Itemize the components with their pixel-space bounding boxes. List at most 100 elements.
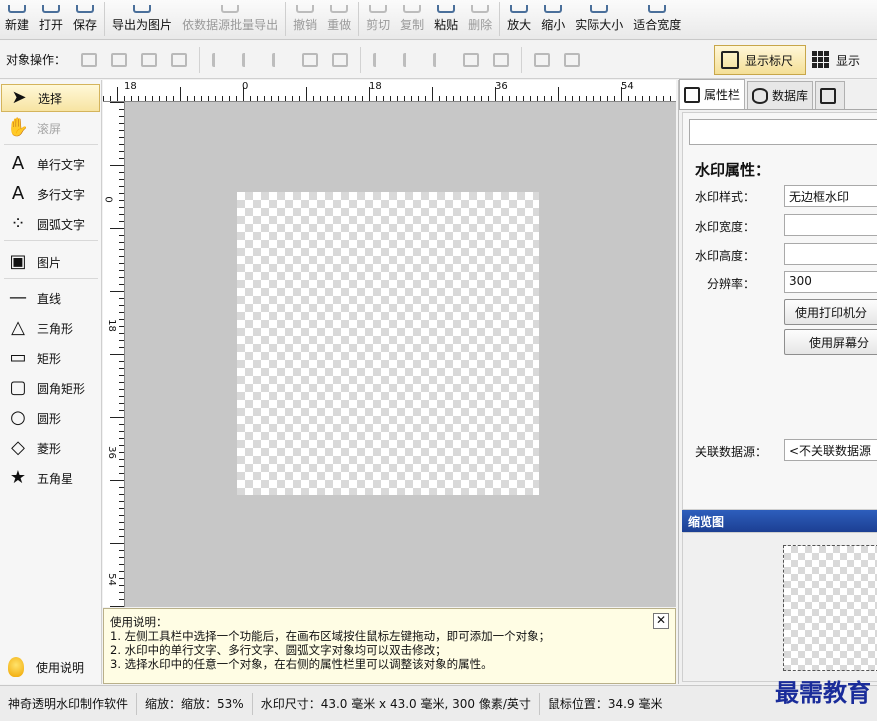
paste-button[interactable]: 粘贴	[429, 0, 463, 39]
undo-button[interactable]: 撤销	[288, 0, 322, 39]
tool-star[interactable]: ★ 五角星	[1, 464, 100, 492]
ruler-tick	[551, 96, 552, 101]
ruler-tick	[544, 96, 545, 101]
tab-other[interactable]	[815, 81, 846, 109]
same-width-icon[interactable]	[329, 50, 351, 70]
cut-button[interactable]: 剪切	[361, 0, 395, 39]
layer-bottom-icon[interactable]	[168, 50, 190, 70]
ungroup-icon[interactable]	[561, 50, 583, 70]
toolbar-button-label: 放大	[507, 18, 532, 32]
tool-diamond[interactable]: ◇ 菱形	[1, 434, 100, 462]
tab-label: 数据库	[772, 89, 809, 103]
ruler-tick	[194, 96, 195, 101]
ruler-tick	[119, 389, 124, 390]
align-middle-icon[interactable]	[400, 50, 422, 70]
copy-icon	[403, 5, 422, 13]
tab-database[interactable]: 数据库	[747, 81, 814, 109]
dpi-field[interactable]: 300	[784, 271, 877, 293]
fit-width-icon	[648, 5, 667, 13]
align-center-icon[interactable]	[239, 50, 261, 70]
rectangle-icon: ▭	[9, 347, 27, 368]
toolbar-button-label: 导出为图片	[112, 18, 173, 32]
group-icon[interactable]	[531, 50, 553, 70]
object-selector[interactable]	[689, 119, 877, 145]
ruler-tick	[131, 96, 132, 101]
ruler-tick	[103, 96, 104, 101]
tool-circle[interactable]: ○ 圆形	[1, 404, 100, 432]
tool-arc-text[interactable]: ⁘ 圆弧文字	[1, 210, 100, 238]
width-field[interactable]	[784, 214, 877, 236]
ruler-tick	[119, 130, 124, 131]
layer-top-icon[interactable]	[108, 50, 130, 70]
ruler-tick	[264, 96, 265, 101]
tool-image[interactable]: ▣ 图片	[1, 248, 100, 276]
same-height-icon[interactable]	[490, 50, 512, 70]
new-button[interactable]: 新建	[0, 0, 34, 39]
copy-button[interactable]: 复制	[395, 0, 429, 39]
align-bottom-icon[interactable]	[430, 50, 452, 70]
vertical-ruler: 0 18 36 54	[103, 102, 125, 607]
ruler-label: 0	[103, 196, 114, 203]
ruler-tick	[362, 96, 363, 101]
preview-pane	[682, 532, 877, 682]
tab-properties[interactable]: 属性栏	[679, 79, 746, 109]
ruler-tick	[488, 96, 489, 101]
zoom-out-button[interactable]: 缩小	[536, 0, 570, 39]
tool-label: 图片	[37, 255, 62, 270]
use-screen-dpi-button[interactable]: 使用屏幕分	[784, 329, 877, 355]
watermark-canvas[interactable]	[237, 192, 539, 495]
preview-header: 缩览图	[682, 510, 877, 532]
zoom-in-button[interactable]: 放大	[502, 0, 536, 39]
tool-rectangle[interactable]: ▭ 矩形	[1, 344, 100, 372]
height-field[interactable]	[784, 243, 877, 265]
ruler-tick	[110, 165, 124, 166]
align-right-icon[interactable]	[269, 50, 291, 70]
ruler-tick	[119, 550, 124, 551]
save-button[interactable]: 保存	[68, 0, 102, 39]
close-icon[interactable]: ✕	[653, 613, 669, 629]
batch-export-button[interactable]: 依数据源批量导出	[177, 0, 283, 39]
tool-multi-line-text[interactable]: A 多行文字	[1, 180, 100, 208]
triangle-icon: △	[11, 317, 25, 338]
export-button[interactable]: 导出为图片	[107, 0, 177, 39]
actual-size-button[interactable]: 实际大小	[570, 0, 628, 39]
corner-watermark: 最需教育	[775, 678, 871, 707]
canvas-area[interactable]	[125, 102, 676, 607]
style-select[interactable]: 无边框水印	[784, 185, 877, 207]
open-button[interactable]: 打开	[34, 0, 68, 39]
use-printer-dpi-button[interactable]: 使用打印机分	[784, 299, 877, 325]
ruler-tick	[124, 96, 125, 101]
tool-line[interactable]: — 直线	[1, 284, 100, 312]
layer-up-icon[interactable]	[78, 50, 100, 70]
layer-down-icon[interactable]	[138, 50, 160, 70]
distribute-h-icon[interactable]	[299, 50, 321, 70]
ruler-tick	[119, 536, 124, 537]
property-panel: 属性栏 数据库 水印属性： 水印样式： 无边框水印 水印宽度： 水印高度： 分辨…	[678, 79, 877, 684]
ruler-tick	[119, 473, 124, 474]
delete-button[interactable]: 删除	[463, 0, 497, 39]
tool-rounded-rectangle[interactable]: ▢ 圆角矩形	[1, 374, 100, 402]
help-button[interactable]: 使用说明	[2, 652, 99, 682]
ruler-tick	[119, 466, 124, 467]
align-top-icon[interactable]	[370, 50, 392, 70]
tool-triangle[interactable]: △ 三角形	[1, 314, 100, 342]
tool-hand[interactable]: ✋ 滚屏	[1, 114, 100, 142]
show-ruler-toggle[interactable]: 显示标尺	[714, 45, 806, 75]
show-grid-toggle[interactable]: 显示	[812, 45, 877, 75]
redo-button[interactable]: 重做	[322, 0, 356, 39]
datasource-select[interactable]: <不关联数据源	[784, 439, 877, 461]
ruler-tick	[467, 96, 468, 101]
status-size: 水印尺寸：43.0 毫米 x 43.0 毫米, 300 像素/英寸	[253, 692, 540, 715]
distribute-v-icon[interactable]	[460, 50, 482, 70]
width-label: 水印宽度：	[695, 220, 756, 234]
ruler-tick	[119, 207, 124, 208]
tool-pointer[interactable]: ➤ 选择	[1, 84, 100, 112]
align-left-icon[interactable]	[209, 50, 231, 70]
ruler-tick	[119, 151, 124, 152]
ruler-tick	[257, 96, 258, 101]
fit-width-button[interactable]: 适合宽度	[628, 0, 686, 39]
tool-single-line-text[interactable]: A 单行文字	[1, 150, 100, 178]
properties-icon	[684, 86, 700, 103]
ruler-tick	[404, 96, 405, 101]
status-zoom: 缩放：缩放：53%	[137, 692, 253, 715]
